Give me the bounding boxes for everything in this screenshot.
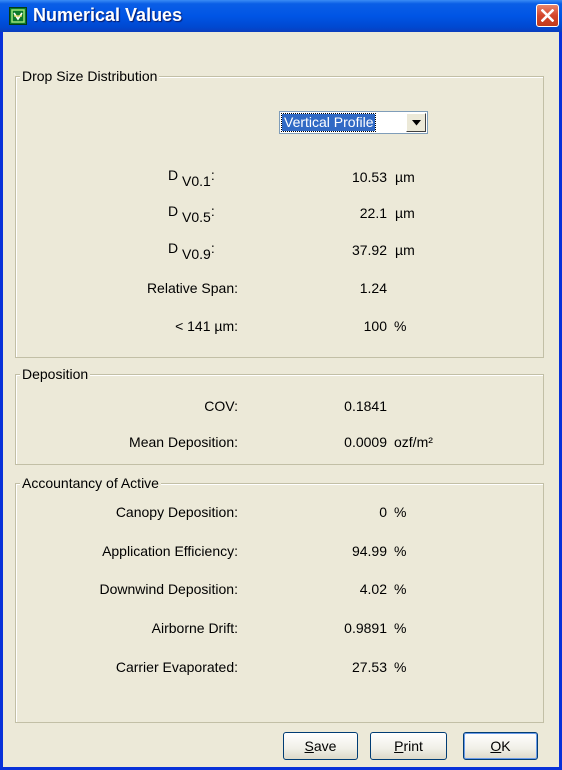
mean-deposition-label: Mean Deposition: [129, 434, 238, 450]
dv09-label: D V0.9: [168, 240, 215, 262]
canopy-deposition-unit: % [394, 504, 407, 520]
dv01-label-colon: : [210, 167, 215, 183]
save-button[interactable]: Save [283, 732, 358, 760]
group-legend: Drop Size Distribution [20, 68, 160, 84]
dv05-label-sub: V0.5 [182, 209, 211, 225]
dv05-label-main: D [168, 203, 179, 219]
downwind-deposition-value: 4.02 [359, 581, 387, 597]
print-label-rest: rint [403, 738, 423, 754]
carrier-evaporated-label: Carrier Evaporated: [115, 659, 238, 675]
canopy-deposition-label: Canopy Deposition: [115, 504, 238, 520]
ok-mnemonic: O [490, 738, 502, 754]
dv09-label-colon: : [210, 240, 215, 256]
cov-label: COV: [204, 398, 238, 414]
deposition-group: Deposition [15, 366, 544, 465]
downwind-deposition-label: Downwind Deposition: [99, 581, 238, 597]
ok-button[interactable]: OK [463, 732, 538, 760]
dv01-unit: µm [395, 169, 415, 185]
title-bar[interactable]: Numerical Values [0, 0, 562, 32]
save-label-rest: ave [313, 738, 337, 754]
dv01-label: D V0.1: [168, 167, 215, 189]
profile-select-value: Vertical Profile [280, 113, 377, 132]
dv01-value: 10.53 [351, 169, 387, 185]
ok-label-rest: K [501, 738, 511, 754]
fines-unit: % [394, 318, 407, 334]
application-efficiency-unit: % [394, 543, 407, 559]
chevron-down-icon [412, 120, 421, 126]
airborne-drift-label: Airborne Drift: [151, 620, 238, 636]
relative-span-value: 1.24 [359, 280, 387, 296]
dv01-label-main: D [168, 167, 179, 183]
airborne-drift-unit: % [394, 620, 407, 636]
dv05-label: D V0.5: [168, 203, 215, 225]
relative-span-label: Relative Span: [146, 280, 238, 296]
dv05-value: 22.1 [359, 205, 387, 221]
save-mnemonic: S [304, 738, 314, 754]
group-legend: Deposition [20, 366, 91, 382]
dv05-unit: µm [395, 205, 415, 221]
profile-select[interactable]: Vertical Profile [279, 111, 428, 134]
carrier-evaporated-unit: % [394, 659, 407, 675]
fines-value: 100 [363, 318, 387, 334]
fines-label: < 141 µm: [175, 318, 238, 334]
dv09-unit: µm [395, 242, 415, 258]
airborne-drift-value: 0.9891 [344, 620, 387, 636]
dv09-label-sub: V0.9 [182, 246, 211, 262]
close-icon [541, 9, 554, 22]
dv09-label-main: D [168, 240, 179, 256]
dv01-label-sub: V0.1 [182, 173, 211, 189]
mean-deposition-value: 0.0009 [344, 434, 387, 450]
application-efficiency-label: Application Efficiency: [102, 543, 238, 559]
close-button[interactable] [536, 4, 559, 27]
profile-select-dropdown-button[interactable] [406, 113, 426, 132]
downwind-deposition-unit: % [394, 581, 407, 597]
cov-value: 0.1841 [344, 398, 387, 414]
mean-deposition-unit: ozf/m² [394, 434, 433, 450]
dv09-value: 37.92 [351, 242, 387, 258]
app-logo-icon [9, 7, 27, 25]
group-legend: Accountancy of Active [20, 475, 161, 491]
numerical-values-dialog: Numerical Values Drop Size Distribution … [0, 0, 562, 770]
application-efficiency-value: 94.99 [351, 543, 387, 559]
print-button[interactable]: Print [370, 732, 447, 760]
window-title: Numerical Values [33, 5, 183, 25]
canopy-deposition-value: 0 [379, 504, 387, 520]
dv05-label-colon: : [210, 203, 215, 219]
carrier-evaporated-value: 27.53 [351, 659, 387, 675]
